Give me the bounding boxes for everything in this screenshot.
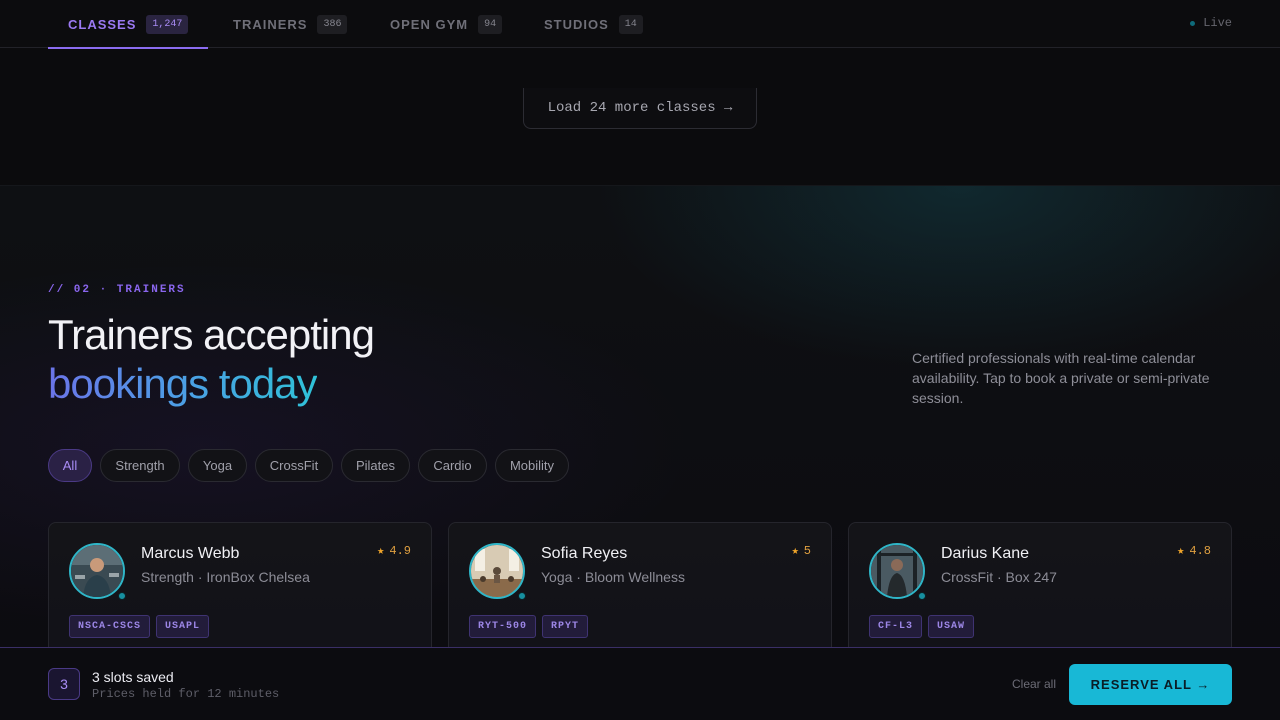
rating-value: 4.9 [389, 543, 411, 558]
filter-chip-all[interactable]: All [48, 449, 92, 482]
tab-open-gym[interactable]: OPEN GYM 94 [390, 0, 503, 48]
cert-badge: RPYT [542, 615, 589, 638]
trainers-section: // 02 · TRAINERS Trainers accepting book… [0, 185, 1280, 720]
trainer-rating: ★ 5 [791, 543, 811, 559]
live-indicator: Live [1190, 16, 1232, 30]
tab-count: 14 [618, 14, 643, 34]
rating-value: 4.8 [1189, 543, 1211, 558]
saved-slots-count: 3 [48, 668, 80, 700]
live-dot-icon [1190, 20, 1196, 26]
certification-badges: NSCA-CSCS USAPL [69, 615, 210, 638]
live-label: Live [1203, 16, 1232, 30]
trainer-subtitle: CrossFit · Box 247 [941, 569, 1057, 585]
tab-count: 1,247 [146, 14, 189, 34]
tab-count: 94 [478, 14, 503, 34]
reserve-all-button[interactable]: RESERVE ALL → [1069, 664, 1232, 705]
price-hold-note: Prices held for 12 minutes [92, 687, 280, 701]
cert-badge: RYT-500 [469, 615, 537, 638]
avatar [869, 543, 925, 599]
booking-summary-bar: 3 3 slots saved Prices held for 12 minut… [0, 647, 1280, 720]
trainer-rating: ★ 4.9 [377, 543, 411, 559]
filter-chip-crossfit[interactable]: CrossFit [255, 449, 333, 482]
filter-chip-strength[interactable]: Strength [100, 449, 180, 482]
load-more-button[interactable]: Load 24 more classes → [523, 88, 757, 129]
trainer-subtitle: Yoga · Bloom Wellness [541, 569, 685, 585]
trainer-rating: ★ 4.8 [1177, 543, 1211, 559]
trainer-name: Marcus Webb [141, 545, 240, 562]
section-description: Certified professionals with real-time c… [912, 350, 1210, 406]
certification-badges: CF-L3 USAW [869, 615, 975, 638]
tab-trainers[interactable]: TRAINERS 386 [233, 0, 348, 48]
filter-chip-mobility[interactable]: Mobility [495, 449, 569, 482]
star-icon: ★ [377, 544, 385, 558]
online-status-icon [918, 592, 926, 600]
filter-chip-yoga[interactable]: Yoga [188, 449, 247, 482]
clear-all-button[interactable]: Clear all [1012, 677, 1056, 691]
section-title-line2: bookings today [48, 360, 318, 407]
trainer-name: Sofia Reyes [541, 545, 628, 562]
classes-section-tail: Load 24 more classes → [0, 48, 1280, 185]
top-nav: CLASSES 1,247 TRAINERS 386 OPEN GYM 94 S… [0, 0, 1280, 49]
filter-chip-pilates[interactable]: Pilates [341, 449, 410, 482]
trainer-photo-icon [471, 545, 523, 597]
avatar [469, 543, 525, 599]
cert-badge: USAW [928, 615, 975, 638]
filter-chip-cardio[interactable]: Cardio [418, 449, 487, 482]
rating-value: 5 [803, 543, 811, 558]
online-status-icon [118, 592, 126, 600]
section-title-line1: Trainers accepting [48, 311, 375, 358]
tab-label: CLASSES [68, 16, 137, 32]
star-icon: ★ [791, 544, 799, 558]
trainer-photo-icon [71, 545, 123, 597]
trainer-subtitle: Strength · IronBox Chelsea [141, 569, 310, 585]
star-icon: ★ [1177, 544, 1185, 558]
cert-badge: NSCA-CSCS [69, 615, 151, 638]
saved-slots-title: 3 slots saved [92, 669, 174, 685]
tab-label: STUDIOS [544, 16, 609, 32]
tab-classes[interactable]: CLASSES 1,247 [47, 0, 209, 49]
trainer-photo-icon [871, 545, 923, 597]
section-eyebrow: // 02 · TRAINERS [48, 284, 186, 296]
online-status-icon [518, 592, 526, 600]
tab-label: OPEN GYM [390, 16, 469, 32]
cert-badge: CF-L3 [869, 615, 923, 638]
trainer-name: Darius Kane [941, 545, 1030, 562]
tab-studios[interactable]: STUDIOS 14 [544, 0, 643, 48]
tab-count: 386 [317, 14, 348, 34]
avatar [69, 543, 125, 599]
certification-badges: RYT-500 RPYT [469, 615, 589, 638]
cert-badge: USAPL [156, 615, 210, 638]
tab-label: TRAINERS [233, 16, 308, 32]
